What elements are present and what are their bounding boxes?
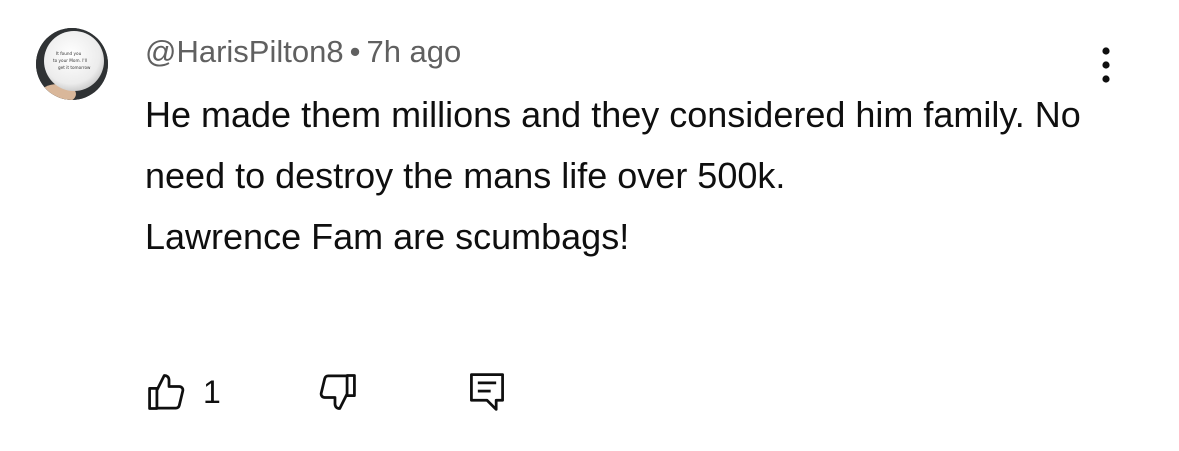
comment-time: 7h ago (366, 34, 462, 69)
comment-body: He made them millions and they considere… (145, 84, 1105, 267)
reply-comment-icon (470, 373, 504, 411)
author-handle[interactable]: @HarisPilton8 (145, 34, 344, 69)
more-vert-icon (1102, 47, 1110, 83)
ball-text-line-3: get it tomorrow (58, 65, 91, 70)
comment-line: He made them millions and they considere… (145, 94, 1081, 196)
meta-separator: • (349, 34, 361, 69)
like-count: 1 (203, 374, 221, 410)
ball-text-line-1: It found you (56, 51, 82, 56)
thumb-up-icon (148, 374, 185, 410)
ball-text-line-2: to your Mom. I'll (53, 58, 87, 63)
golf-ball-avatar-image: It found you to your Mom. I'll get it to… (36, 28, 108, 100)
avatar[interactable]: It found you to your Mom. I'll get it to… (36, 28, 108, 100)
like-button[interactable]: 1 (145, 368, 221, 416)
comment-line: Lawrence Fam are scumbags! (145, 216, 630, 257)
more-options-button[interactable] (1088, 40, 1124, 90)
thumb-down-icon (319, 374, 356, 410)
reply-button[interactable] (465, 368, 509, 416)
comment-meta: @HarisPilton8 • 7h ago (145, 30, 461, 74)
dislike-button[interactable] (315, 368, 359, 416)
